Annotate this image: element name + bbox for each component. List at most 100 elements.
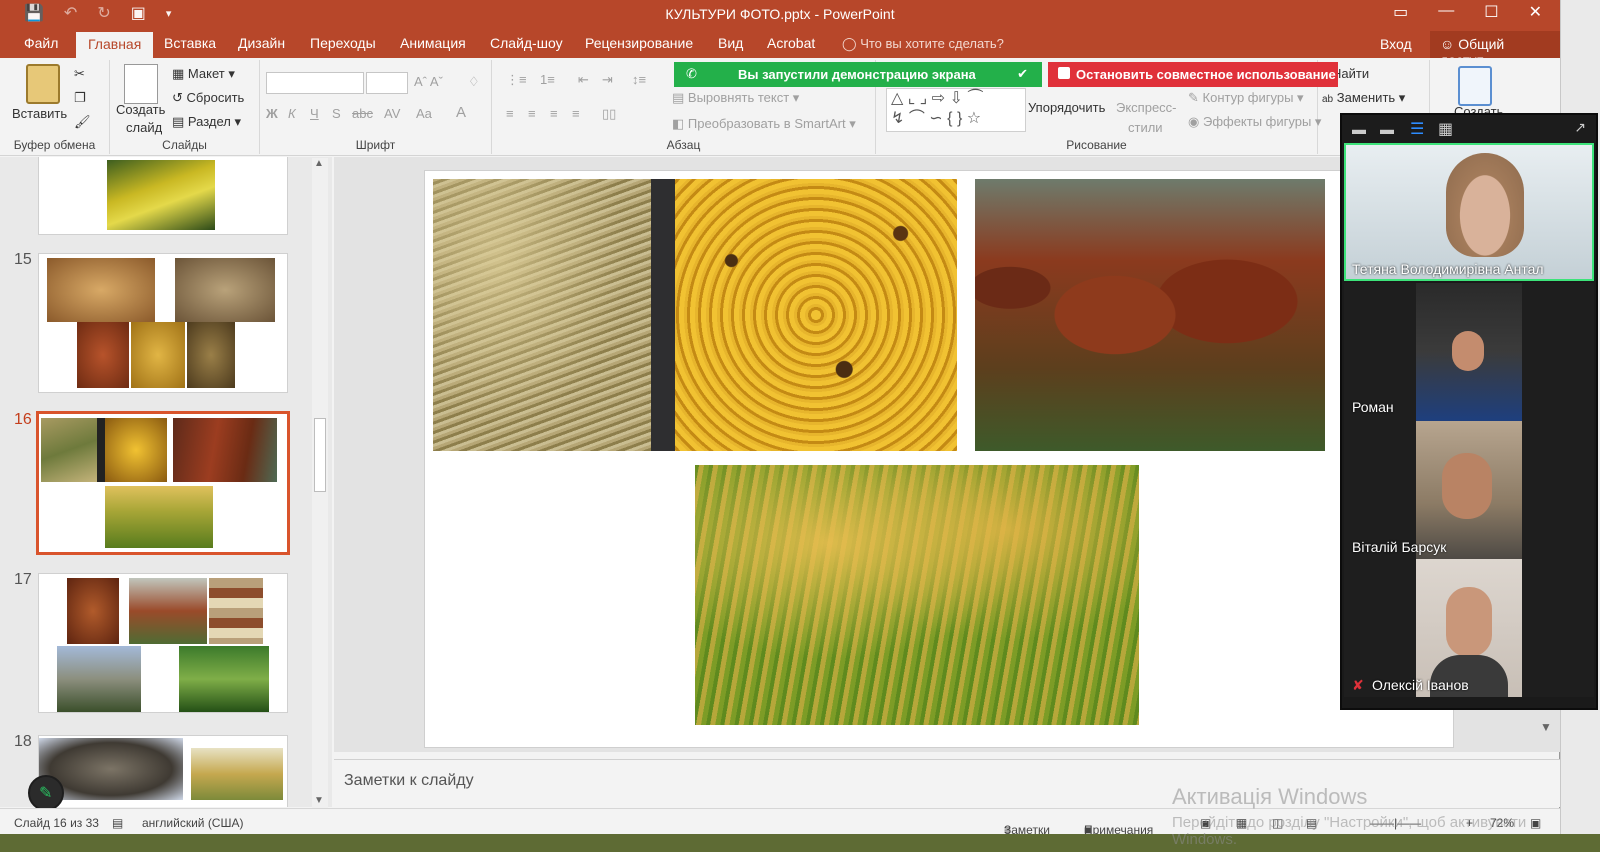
tab-design[interactable]: Дизайн [238,35,285,51]
paste-button[interactable]: Вставить [12,106,67,121]
scrollbar-thumb[interactable] [314,418,326,492]
change-case-icon[interactable]: Aa [416,106,432,121]
align-text-icon: ▤ [672,90,685,105]
drawing-label: Рисование [1066,138,1127,152]
close-button[interactable]: ✕ [1529,2,1542,22]
tab-file[interactable]: Файл [24,35,58,51]
replace-button[interactable]: ab Заменить ▾ [1322,90,1405,106]
font-size-combo[interactable] [366,72,408,94]
notes-pane[interactable]: Заметки к слайду [334,759,1560,807]
slide-thumbnail-15[interactable] [38,253,288,393]
spellcheck-icon[interactable]: ▤ [112,816,123,830]
section-button[interactable]: ▤ Раздел ▾ [172,114,241,130]
tab-transitions[interactable]: Переходы [310,35,376,51]
thumbnails-scrollbar[interactable]: ▲ ▼ [312,158,328,808]
shadow-icon[interactable]: S [332,106,341,121]
italic-icon[interactable]: К [288,106,296,121]
arrange-button[interactable]: Упорядочить [1028,100,1105,115]
video-tile-4[interactable]: ✘ Олексій Іванов [1344,559,1594,697]
strip-view-icon[interactable]: ☰ [1410,119,1424,139]
cut-icon[interactable]: ✂ [74,66,85,82]
align-left-icon[interactable]: ≡ [506,106,514,121]
fit-slide-icon[interactable]: ▣ [1530,816,1541,830]
tab-home[interactable]: Главная [76,32,154,58]
font-group: Aˆ Aˇ ♢ Ж К Ч S abc AV Aa A Шрифт [260,60,492,154]
layout-button[interactable]: ▦ Макет ▾ [172,66,235,82]
slide-thumbnail-16[interactable] [36,411,290,555]
tab-animations[interactable]: Анимация [400,35,466,51]
scroll-up-icon[interactable]: ▲ [314,158,324,169]
replace-icon: ab [1322,94,1334,105]
language-indicator[interactable]: английский (США) [142,816,243,830]
minimize-button[interactable]: — [1438,2,1454,22]
image-divider [651,179,675,451]
wheat-grain-image [47,258,155,322]
video-panel-toolbar: ▬ ▬ ☰ ▦ ↗ [1342,115,1596,143]
underline-icon[interactable]: Ч [310,106,319,121]
shapes-gallery[interactable]: △ ⌞ ⌟ ⇨ ⇩ ⏜ ↯ ⌒ ∽ { } ☆ [886,88,1026,132]
annotate-pen-button[interactable]: ✎ [28,775,64,811]
new-slide-button-line2: слайд [126,120,163,135]
sorghum-field-image [975,179,1325,451]
green-rice-thumb [179,646,269,712]
bold-icon[interactable]: Ж [266,106,278,121]
video-tile-2[interactable]: Роман [1344,283,1594,421]
line-spacing-icon[interactable]: ↕≡ [632,72,646,87]
video-tile-3[interactable]: Віталій Барсук [1344,421,1594,559]
stop-sharing-button[interactable]: Остановить совместное использование [1048,62,1338,87]
millet-grain-image [675,179,957,451]
gallery-view-icon[interactable]: ▦ [1438,119,1453,139]
align-right-icon[interactable]: ≡ [550,106,558,121]
video-tile-1[interactable]: Тетяна Володимирівна Антал [1344,143,1594,281]
decrease-indent-icon[interactable]: ⇤ [578,72,589,88]
tab-insert[interactable]: Вставка [164,35,216,51]
smartart-button[interactable]: ◧ Преобразовать в SmartArt ▾ [672,116,856,132]
columns-icon[interactable]: ▯▯ [602,106,616,122]
clipboard-group: Вставить ✂ ❐ 🖌 Буфер обмена [0,60,110,154]
current-slide[interactable] [424,170,1454,748]
maximize-button[interactable]: ☐ [1484,2,1498,22]
participant-name-3: Віталій Барсук [1352,539,1447,555]
expand-icon[interactable]: ↗ [1574,119,1586,136]
numbering-icon[interactable]: 1≡ [540,72,555,87]
format-painter-icon[interactable]: 🖌 [74,114,91,130]
align-text-button[interactable]: ▤ Выровнять текст ▾ [672,90,799,106]
windows-activation-text: Перейдіть до розділу "Настройки", щоб ак… [1172,814,1527,848]
reset-button[interactable]: ↺ Сбросить [172,90,244,106]
tab-view[interactable]: Вид [718,35,743,51]
shape-effects-button[interactable]: ◉ Эффекты фигуры ▾ [1188,114,1321,130]
spacing-icon[interactable]: AV [384,106,400,121]
strikethrough-icon[interactable]: abc [352,106,373,121]
millet-field-thumb [41,418,97,482]
tell-me-search[interactable]: ◯ Что вы хотите сделать? [842,36,1004,52]
new-slide-button[interactable]: Создать [116,102,165,117]
next-slide-icon[interactable]: ▼ [1540,720,1552,734]
speaker-view-icon[interactable]: ▬ [1380,121,1394,137]
slide-thumbnail-14[interactable] [38,157,288,235]
participant-avatar [1446,153,1524,257]
tab-review[interactable]: Рецензирование [585,35,693,51]
align-center-icon[interactable]: ≡ [528,106,536,121]
clear-format-icon[interactable]: ♢ [468,74,480,90]
grow-font-icon[interactable]: Aˆ Aˇ [414,74,443,89]
scroll-down-icon[interactable]: ▼ [314,795,324,806]
font-name-combo[interactable] [266,72,364,94]
ribbon-display-options-icon[interactable]: ▭ [1393,2,1408,22]
shape-outline-button[interactable]: ✎ Контур фигуры ▾ [1188,90,1304,106]
slide-thumbnail-18[interactable] [38,735,288,807]
quick-styles-line2: стили [1128,120,1163,135]
increase-indent-icon[interactable]: ⇥ [602,72,613,88]
font-color-icon[interactable]: A [456,104,466,121]
person-icon: ☺ [1440,36,1455,52]
slide-thumbnail-17[interactable] [38,573,288,713]
notes-placeholder: Заметки к слайду [344,772,474,789]
copy-icon[interactable]: ❐ [74,90,86,106]
minimize-video-icon[interactable]: ▬ [1352,121,1366,137]
sign-in-link[interactable]: Вход [1380,36,1412,52]
justify-icon[interactable]: ≡ [572,106,580,121]
quick-styles-button[interactable]: Экспресс- [1116,100,1177,115]
tab-acrobat[interactable]: Acrobat [767,35,815,51]
bullets-icon[interactable]: ⋮≡ [506,72,527,88]
tab-slideshow[interactable]: Слайд-шоу [490,35,563,51]
slide-number-16: 16 [14,411,32,428]
